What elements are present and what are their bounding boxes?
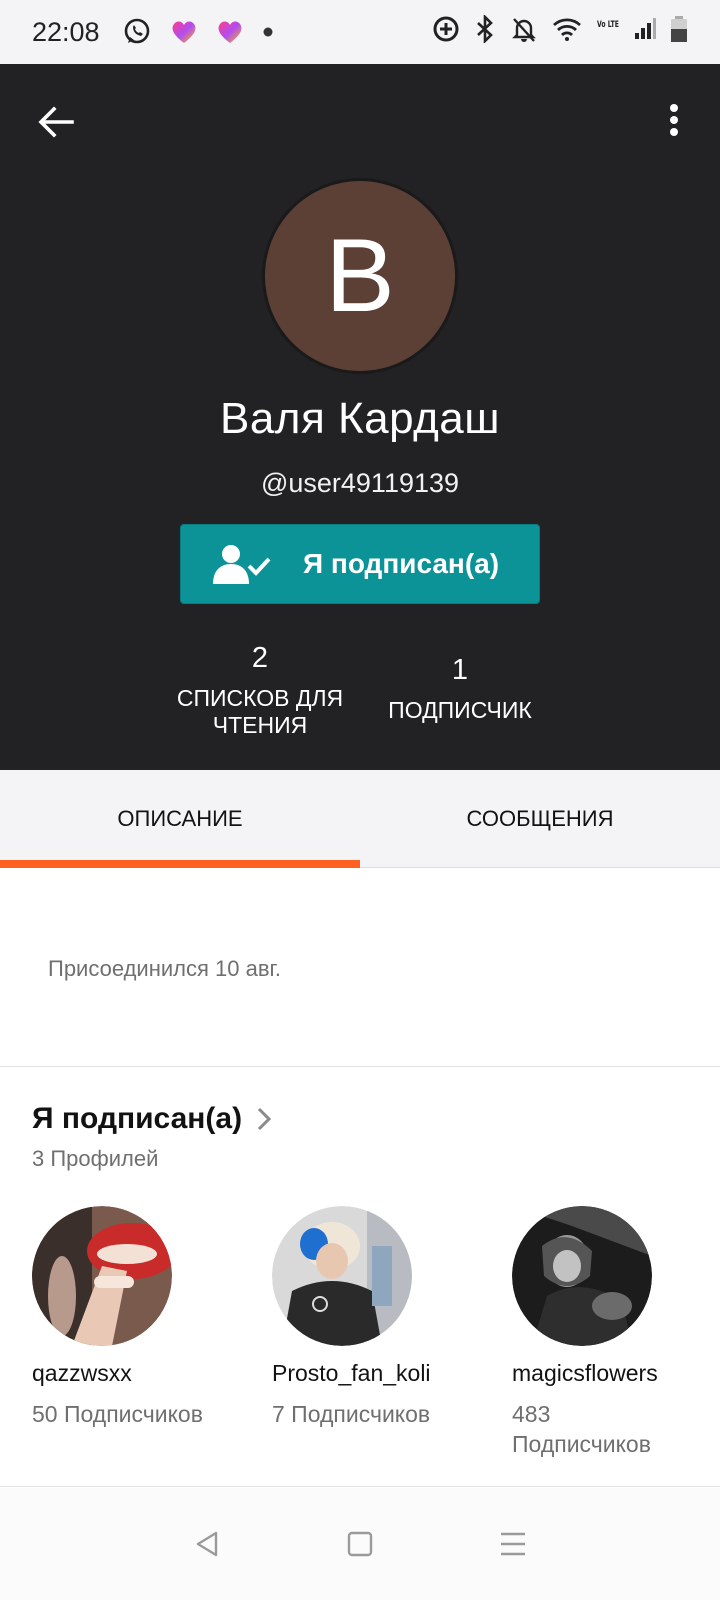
profile-avatar-image: [512, 1206, 652, 1346]
profile-followers: 7 Подписчиков: [272, 1401, 431, 1427]
followed-profile-card[interactable]: qazzwsxx 50 Подписчиков: [32, 1206, 212, 1429]
system-navigation-bar: [0, 1488, 720, 1600]
followed-profile-card[interactable]: Prosto_fan_koli 7 Подписчиков: [272, 1206, 452, 1429]
joined-date: Присоединился 10 авг.: [48, 956, 281, 981]
followed-profile-card[interactable]: magicsflowers 483 Подписчиков: [512, 1206, 702, 1459]
triangle-back-icon: [196, 1531, 217, 1557]
profile-tabs: ОПИСАНИЕ СООБЩЕНИЯ: [0, 770, 720, 868]
following-title-label: Я подписан(а): [32, 1102, 243, 1135]
profile-avatar-image: [32, 1206, 172, 1346]
avatar-letter: В: [325, 217, 395, 334]
whatsapp-icon: [122, 17, 152, 47]
status-time: 22:08: [32, 16, 100, 47]
back-button[interactable]: [34, 100, 78, 144]
back-arrow-icon: [38, 106, 74, 138]
following-count: 3 Профилей: [32, 1146, 159, 1171]
profile-screen: 22:08 Vo LTE В Валя Кардаш @user49119139…: [0, 0, 720, 1600]
battery-icon: [670, 15, 688, 50]
reading-lists-count: 2: [251, 642, 269, 674]
data-saver-icon: [432, 15, 460, 50]
profile-username: qazzwsxx: [32, 1360, 132, 1386]
profile-username: magicsflowers: [512, 1360, 658, 1386]
profile-avatar: В: [262, 178, 458, 374]
profile-username: Prosto_fan_koli: [272, 1360, 431, 1386]
profile-handle: @user49119139: [260, 468, 460, 498]
chevron-right-icon: [258, 1107, 272, 1131]
tab-about[interactable]: ОПИСАНИЕ: [0, 770, 360, 868]
wifi-icon: [552, 16, 582, 49]
following-section-title[interactable]: Я подписан(а): [32, 1102, 272, 1136]
followers-stat[interactable]: 1 ПОДПИСЧИК: [378, 654, 542, 724]
reading-lists-label: СПИСКОВ ДЛЯ ЧТЕНИЯ: [176, 685, 344, 738]
volte-label: Vo LTE: [597, 20, 619, 30]
user-check-icon: [213, 545, 271, 584]
heart-app-icon: [170, 19, 198, 45]
followers-count: 1: [451, 654, 469, 686]
following-toggle-button[interactable]: Я подписан(а): [180, 524, 540, 604]
profile-header: В Валя Кардаш @user49119139 Я подписан(а…: [0, 64, 720, 770]
more-options-button[interactable]: [664, 100, 684, 144]
following-button-label: Я подписан(а): [303, 548, 500, 579]
signal-icon: [634, 17, 656, 48]
profile-followers: 50 Подписчиков: [32, 1401, 203, 1427]
tab-messages[interactable]: СООБЩЕНИЯ: [360, 770, 720, 867]
nav-home-button[interactable]: [340, 1524, 380, 1564]
volte-icon: Vo LTE: [596, 16, 620, 49]
bluetooth-icon: [474, 13, 496, 50]
nav-recents-button[interactable]: [493, 1524, 533, 1564]
followers-label: ПОДПИСЧИК: [388, 697, 532, 723]
profile-name: Валя Кардаш: [219, 394, 501, 443]
profile-avatar-image: [272, 1206, 412, 1346]
status-icons: Vo LTE: [432, 13, 688, 50]
reading-lists-stat[interactable]: 2 СПИСКОВ ДЛЯ ЧТЕНИЯ: [170, 642, 350, 739]
nav-back-button[interactable]: [187, 1524, 227, 1564]
heart-app-icon: [216, 19, 244, 45]
status-bar: 22:08 Vo LTE: [0, 0, 720, 64]
dot-icon: [262, 26, 274, 38]
notifications-off-icon: [510, 15, 538, 50]
square-home-icon: [347, 1531, 373, 1557]
section-divider: [0, 1486, 720, 1487]
profile-followers: 483 Подписчиков: [512, 1401, 651, 1457]
menu-lines-icon: [501, 1532, 526, 1556]
section-divider: [0, 1066, 720, 1067]
more-vertical-icon: [670, 104, 678, 136]
